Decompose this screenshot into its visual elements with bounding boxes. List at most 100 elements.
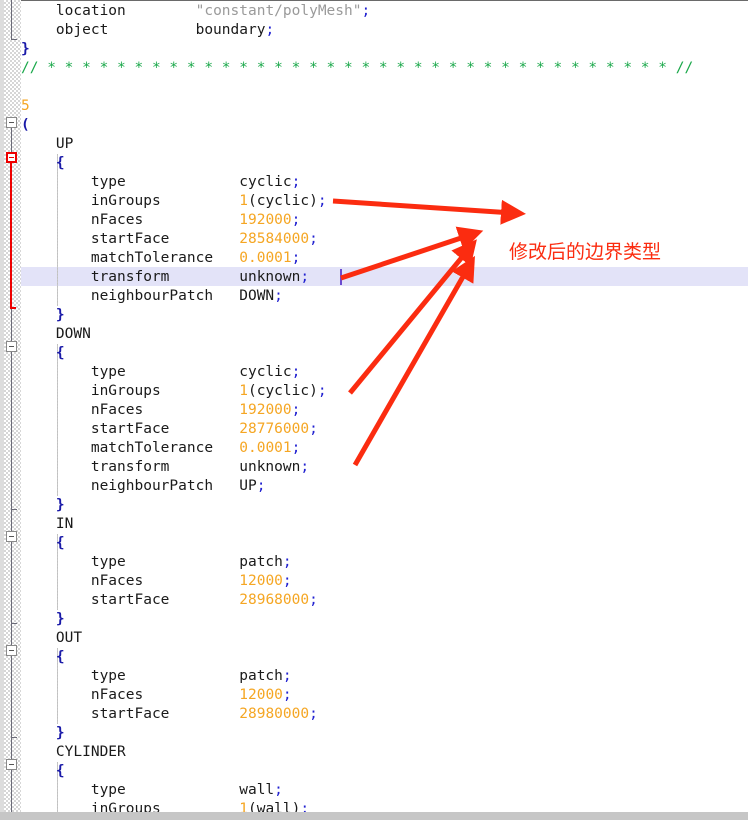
code-token: ; xyxy=(309,231,318,247)
code-token: nFaces xyxy=(21,573,240,589)
code-token: ; xyxy=(291,212,301,228)
code-token: // * * * * * * * * * * * * * * * * * * *… xyxy=(21,60,694,76)
fold-line xyxy=(11,624,12,645)
code-line: transform unknown; xyxy=(21,458,309,477)
code-token: startFace xyxy=(21,592,240,608)
code-token: type patch xyxy=(21,554,283,570)
code-token: ; xyxy=(300,459,310,475)
code-token: UP xyxy=(21,136,74,152)
code-line: CYLINDER xyxy=(21,743,126,762)
code-line: type wall; xyxy=(21,781,283,800)
code-token: (cyclic) xyxy=(247,193,318,209)
code-token: ; xyxy=(274,782,283,798)
code-token: { xyxy=(21,155,65,171)
code-line: { xyxy=(21,648,65,667)
code-token: ; xyxy=(309,421,318,437)
code-token: ; xyxy=(274,288,283,304)
code-token: nFaces xyxy=(21,402,240,418)
fold-line xyxy=(11,738,12,759)
code-token: "constant/polyMesh" xyxy=(195,3,362,19)
code-line: matchTolerance 0.0001; xyxy=(21,439,301,458)
code-line: neighbourPatch UP; xyxy=(21,477,266,496)
code-surface[interactable]: location "constant/polyMesh"; object bou… xyxy=(21,0,748,812)
code-token: 192000 xyxy=(239,212,292,228)
code-token: matchTolerance xyxy=(21,440,240,456)
code-line: } xyxy=(21,40,30,59)
code-token: transform unknown xyxy=(21,269,301,285)
code-line: type patch; xyxy=(21,553,292,572)
code-token: nFaces xyxy=(21,687,240,703)
code-token: startFace xyxy=(21,706,240,722)
fold-collapse-button[interactable] xyxy=(6,531,17,542)
fold-collapse-button[interactable] xyxy=(6,341,17,352)
code-line: } xyxy=(21,496,65,515)
code-line: neighbourPatch DOWN; xyxy=(21,287,283,306)
code-line: object boundary; xyxy=(21,21,274,40)
code-editor[interactable]: location "constant/polyMesh"; object bou… xyxy=(0,0,748,820)
code-line: } xyxy=(21,724,65,743)
code-token: ( xyxy=(21,117,30,133)
code-line: transform unknown; xyxy=(21,268,309,287)
code-token: inGroups xyxy=(21,193,240,209)
fold-end-tick xyxy=(11,623,17,624)
text-caret xyxy=(340,269,342,285)
code-token: ; xyxy=(291,250,301,266)
code-token: 12000 xyxy=(239,687,283,703)
code-token: 0.0001 xyxy=(239,250,292,266)
code-line: nFaces 192000; xyxy=(21,401,301,420)
fold-line xyxy=(11,770,12,812)
code-line: matchTolerance 0.0001; xyxy=(21,249,301,268)
code-token: 28980000 xyxy=(239,706,310,722)
code-token: ; xyxy=(317,383,327,399)
fold-collapse-button[interactable] xyxy=(6,759,17,770)
code-token: } xyxy=(21,497,65,513)
code-token: 0.0001 xyxy=(239,440,292,456)
fold-collapse-button[interactable] xyxy=(6,645,17,656)
code-token: type cyclic xyxy=(21,174,292,190)
code-token: ; xyxy=(256,478,266,494)
code-line: inGroups 1(cyclic); xyxy=(21,382,327,401)
code-line: startFace 28776000; xyxy=(21,420,318,439)
code-line: UP xyxy=(21,135,73,154)
horizontal-scrollbar[interactable] xyxy=(0,812,748,820)
code-token: startFace xyxy=(21,231,240,247)
code-line: 5 xyxy=(21,97,30,116)
fold-end-tick xyxy=(11,737,17,738)
fold-end-tick xyxy=(10,307,16,309)
code-token: ; xyxy=(282,668,292,684)
code-line: { xyxy=(21,762,65,781)
code-token: type cyclic xyxy=(21,364,292,380)
fold-line xyxy=(11,352,12,510)
code-token: ; xyxy=(300,801,310,812)
code-token: OUT xyxy=(21,630,83,646)
code-token: (wall) xyxy=(247,801,301,812)
horizontal-scrollbar-thumb[interactable] xyxy=(0,812,748,820)
code-token: IN xyxy=(21,516,74,532)
fold-collapse-button[interactable] xyxy=(6,152,17,163)
code-line: type patch; xyxy=(21,667,292,686)
fold-collapse-button[interactable] xyxy=(6,117,17,128)
code-token: } xyxy=(21,725,65,741)
code-token: ; xyxy=(309,592,318,608)
code-token: 1 xyxy=(239,193,248,209)
code-token: } xyxy=(21,611,65,627)
code-token: ; xyxy=(265,22,275,38)
code-token: { xyxy=(21,535,65,551)
code-token: ; xyxy=(282,687,292,703)
code-token: type wall xyxy=(21,782,275,798)
code-token: type patch xyxy=(21,668,283,684)
code-token: DOWN xyxy=(21,326,91,342)
code-line: { xyxy=(21,344,65,363)
code-token: ; xyxy=(291,440,301,456)
code-line: inGroups 1(cyclic); xyxy=(21,192,327,211)
code-token: neighbourPatch UP xyxy=(21,478,257,494)
code-token: ; xyxy=(309,706,318,722)
code-token: 28584000 xyxy=(239,231,310,247)
code-line: OUT xyxy=(21,629,82,648)
code-token: matchTolerance xyxy=(21,250,240,266)
code-line: nFaces 12000; xyxy=(21,686,292,705)
editor-gutter[interactable] xyxy=(0,0,21,812)
code-token: 1 xyxy=(239,801,248,812)
code-token: { xyxy=(21,649,65,665)
code-token: } xyxy=(21,307,65,323)
